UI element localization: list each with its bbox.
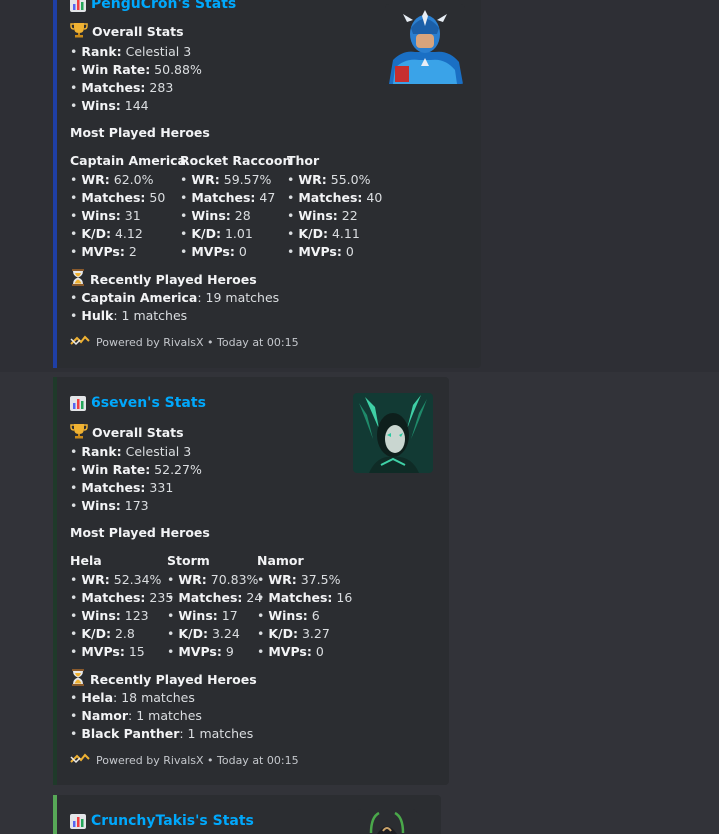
hero-stat: • K/D: 1.01	[180, 226, 253, 241]
hero-stat: • Matches: 40	[287, 190, 383, 205]
recent-hero: • Hulk: 1 matches	[70, 308, 188, 323]
bar-chart-icon	[70, 813, 86, 829]
hero-thumbnail[interactable]	[385, 4, 465, 84]
embed-title-row: CrunchyTakis's Stats	[70, 813, 254, 829]
stat-win-rate: • Win Rate: 50.88%	[70, 62, 202, 77]
embed-title-link[interactable]: CrunchyTakis's Stats	[91, 813, 254, 829]
loki-portrait-icon	[357, 809, 417, 834]
hero-stat: • Wins: 22	[287, 208, 358, 223]
hero-column-name: Thor	[287, 153, 320, 168]
recent-hero: • Namor: 1 matches	[70, 708, 202, 723]
stat-win-rate: • Win Rate: 52.27%	[70, 462, 202, 477]
hero-stat: • Wins: 31	[70, 208, 141, 223]
footer-text: Powered by RivalsX • Today at 00:15	[96, 336, 299, 349]
hero-stat: • WR: 55.0%	[287, 172, 371, 187]
hero-stat: • Wins: 6	[257, 608, 320, 623]
bar-chart-icon	[70, 0, 86, 12]
rivalsx-logo-icon	[70, 335, 90, 350]
recent-heroes-heading: Recently Played Heroes	[70, 669, 257, 689]
bar-chart-icon	[70, 395, 86, 411]
hero-thumbnail[interactable]	[357, 809, 417, 834]
stat-matches: • Matches: 331	[70, 480, 174, 495]
stats-embed-1: PenguCron's Stats Overall Stats • Rank: …	[53, 0, 481, 368]
hero-stat: • Wins: 17	[167, 608, 238, 623]
footer-text: Powered by RivalsX • Today at 00:15	[96, 754, 299, 767]
hero-stat: • MVPs: 15	[70, 644, 145, 659]
hero-stat: • MVPs: 2	[70, 244, 137, 259]
hero-stat: • Matches: 16	[257, 590, 353, 605]
hero-stat: • K/D: 2.8	[70, 626, 135, 641]
hero-stat: • WR: 62.0%	[70, 172, 154, 187]
overall-stats-heading: Overall Stats	[70, 423, 184, 442]
hero-column-name: Storm	[167, 553, 210, 568]
most-played-heading: Most Played Heroes	[70, 125, 210, 140]
embed-title-row: PenguCron's Stats	[70, 0, 236, 12]
rivalsx-logo-icon	[70, 753, 90, 768]
hero-stat: • WR: 59.57%	[180, 172, 272, 187]
embed-title-link[interactable]: PenguCron's Stats	[91, 0, 236, 12]
hero-stat: • MVPs: 0	[287, 244, 354, 259]
stat-matches: • Matches: 283	[70, 80, 174, 95]
hela-portrait-icon	[353, 393, 433, 473]
trophy-icon	[70, 22, 88, 41]
hero-stat: • Matches: 47	[180, 190, 276, 205]
stats-embed-3: CrunchyTakis's Stats	[53, 795, 441, 834]
stats-embed-2: 6seven's Stats Overall Stats • Rank: Cel…	[53, 377, 449, 785]
hero-stat: • K/D: 3.27	[257, 626, 330, 641]
hero-stat: • Wins: 28	[180, 208, 251, 223]
hero-thumbnail[interactable]	[353, 393, 433, 473]
hero-stat: • Matches: 24	[167, 590, 263, 605]
stat-wins: • Wins: 144	[70, 98, 149, 113]
hero-stat: • Matches: 50	[70, 190, 166, 205]
hero-column-name: Captain America	[70, 153, 186, 168]
hero-stat: • WR: 70.83%	[167, 572, 259, 587]
hero-column-name: Hela	[70, 553, 102, 568]
trophy-icon	[70, 423, 88, 442]
hero-stat: • K/D: 4.12	[70, 226, 143, 241]
hero-stat: • MVPs: 9	[167, 644, 234, 659]
embed-title-link[interactable]: 6seven's Stats	[91, 395, 206, 411]
overall-stats-label: Overall Stats	[92, 24, 184, 39]
recent-hero: • Hela: 18 matches	[70, 690, 195, 705]
hero-column-name: Rocket Raccoon	[180, 153, 292, 168]
hero-stat: • Matches: 235	[70, 590, 174, 605]
stat-wins: • Wins: 173	[70, 498, 149, 513]
hero-stat: • K/D: 4.11	[287, 226, 360, 241]
hero-stat: • MVPs: 0	[180, 244, 247, 259]
overall-stats-heading: Overall Stats	[70, 22, 184, 41]
hero-stat: • WR: 52.34%	[70, 572, 162, 587]
recent-hero: • Captain America: 19 matches	[70, 290, 280, 305]
hero-stat: • WR: 37.5%	[257, 572, 341, 587]
overall-stats-label: Overall Stats	[92, 425, 184, 440]
embed-title-row: 6seven's Stats	[70, 395, 206, 411]
hourglass-icon	[70, 669, 86, 689]
most-played-heading: Most Played Heroes	[70, 525, 210, 540]
hero-column-name: Namor	[257, 553, 304, 568]
embed-footer: Powered by RivalsX • Today at 00:15	[70, 753, 299, 768]
hero-stat: • MVPs: 0	[257, 644, 324, 659]
recent-heroes-heading: Recently Played Heroes	[70, 269, 257, 289]
recent-hero: • Black Panther: 1 matches	[70, 726, 254, 741]
recent-heroes-label: Recently Played Heroes	[90, 671, 257, 687]
hero-stat: • Wins: 123	[70, 608, 149, 623]
embed-footer: Powered by RivalsX • Today at 00:15	[70, 335, 299, 350]
hourglass-icon	[70, 269, 86, 289]
stat-rank: • Rank: Celestial 3	[70, 44, 192, 59]
stat-rank: • Rank: Celestial 3	[70, 444, 192, 459]
recent-heroes-label: Recently Played Heroes	[90, 271, 257, 287]
captain-america-portrait-icon	[385, 4, 465, 84]
hero-stat: • K/D: 3.24	[167, 626, 240, 641]
